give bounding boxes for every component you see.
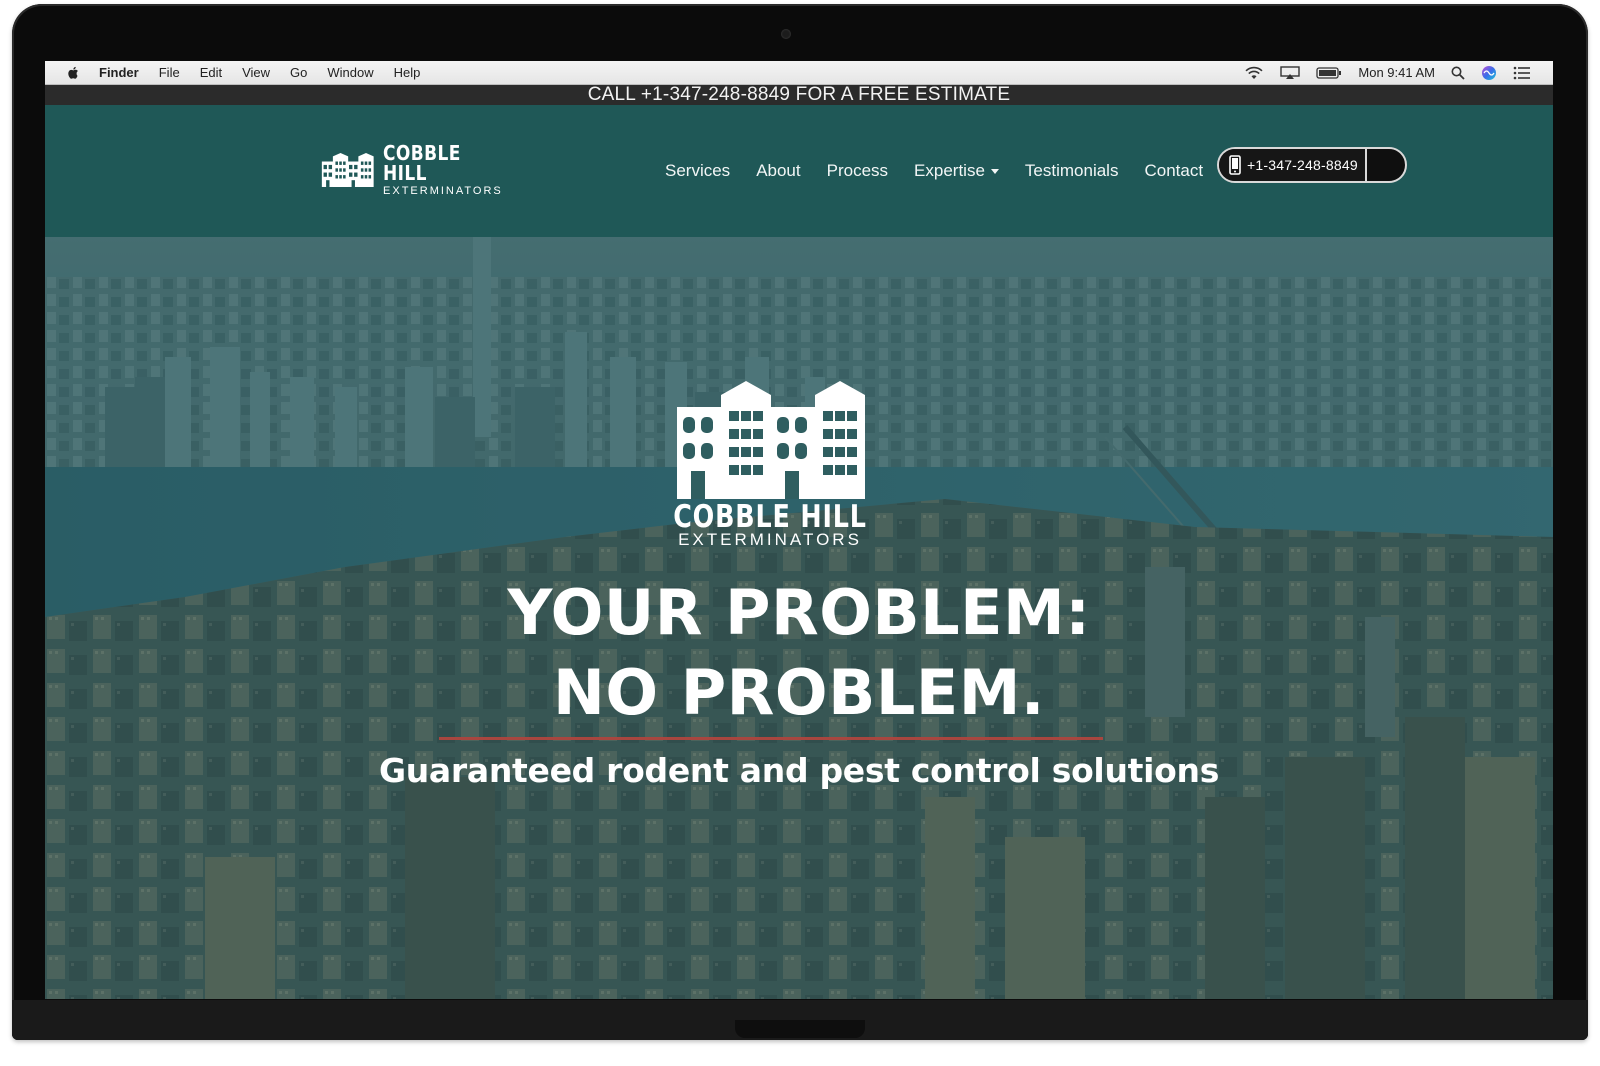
menu-window[interactable]: Window bbox=[327, 65, 373, 80]
siri-icon[interactable] bbox=[1481, 65, 1497, 81]
laptop-hinge-notch bbox=[735, 1020, 865, 1038]
phone-number-text: +1-347-248-8849 bbox=[1247, 157, 1358, 173]
brownstone-buildings-icon bbox=[321, 153, 374, 187]
notification-center-icon[interactable] bbox=[1513, 66, 1531, 80]
menu-help[interactable]: Help bbox=[394, 65, 421, 80]
nav-services[interactable]: Services bbox=[665, 161, 730, 181]
menu-edit[interactable]: Edit bbox=[200, 65, 222, 80]
hero-headline-line-2: NO PROBLEM. bbox=[553, 656, 1045, 729]
menu-file[interactable]: File bbox=[159, 65, 180, 80]
nav-expertise-dropdown[interactable]: Expertise bbox=[914, 161, 999, 181]
caret-down-icon bbox=[990, 169, 999, 175]
nav-expertise-label: Expertise bbox=[914, 161, 985, 180]
logo-brand-name: COBBLE HILL bbox=[383, 141, 461, 185]
nav-testimonials[interactable]: Testimonials bbox=[1025, 161, 1119, 181]
menu-view[interactable]: View bbox=[242, 65, 270, 80]
laptop-screen: Finder File Edit View Go Window Help Mon… bbox=[45, 61, 1553, 999]
nav-contact[interactable]: Contact bbox=[1144, 161, 1203, 181]
site-logo[interactable]: COBBLE HILL EXTERMINATORS bbox=[321, 143, 511, 197]
menu-app-finder[interactable]: Finder bbox=[99, 65, 139, 80]
airplay-icon[interactable] bbox=[1280, 65, 1301, 80]
hero-section: COBBLE HILL EXTERMINATORS YOUR PROBLEM: … bbox=[45, 237, 1553, 999]
hero-brand-subtitle: EXTERMINATORS bbox=[678, 530, 862, 549]
site-navbar: COBBLE HILL EXTERMINATORS Services About… bbox=[45, 105, 1553, 237]
nav-process[interactable]: Process bbox=[827, 161, 888, 181]
logo-brand-subtitle: EXTERMINATORS bbox=[383, 185, 503, 197]
hero-headline-line-1: YOUR PROBLEM: bbox=[507, 576, 1091, 649]
battery-icon[interactable] bbox=[1316, 66, 1342, 79]
menu-go[interactable]: Go bbox=[290, 65, 307, 80]
hero-tagline: Guaranteed rodent and pest control solut… bbox=[378, 751, 1220, 790]
nav-about[interactable]: About bbox=[756, 161, 800, 181]
menubar-clock[interactable]: Mon 9:41 AM bbox=[1358, 65, 1435, 80]
spotlight-search-icon[interactable] bbox=[1451, 66, 1465, 80]
hero-brownstone-logo-icon bbox=[677, 381, 865, 499]
mac-menubar: Finder File Edit View Go Window Help Mon… bbox=[45, 61, 1553, 85]
mobile-phone-icon bbox=[1229, 155, 1241, 175]
hero-divider bbox=[439, 737, 1103, 740]
wifi-icon[interactable] bbox=[1244, 66, 1264, 80]
free-estimate-banner[interactable]: CALL +1-347-248-8849 FOR A FREE ESTIMATE bbox=[45, 85, 1553, 105]
hero-headline: YOUR PROBLEM: NO PROBLEM. bbox=[45, 573, 1553, 733]
apple-logo-icon[interactable] bbox=[67, 66, 79, 80]
main-nav: Services About Process Expertise Testimo… bbox=[665, 161, 1203, 181]
call-phone-button[interactable]: +1-347-248-8849 bbox=[1217, 147, 1407, 183]
laptop-camera bbox=[781, 29, 791, 39]
phone-number-segment: +1-347-248-8849 bbox=[1219, 149, 1367, 181]
